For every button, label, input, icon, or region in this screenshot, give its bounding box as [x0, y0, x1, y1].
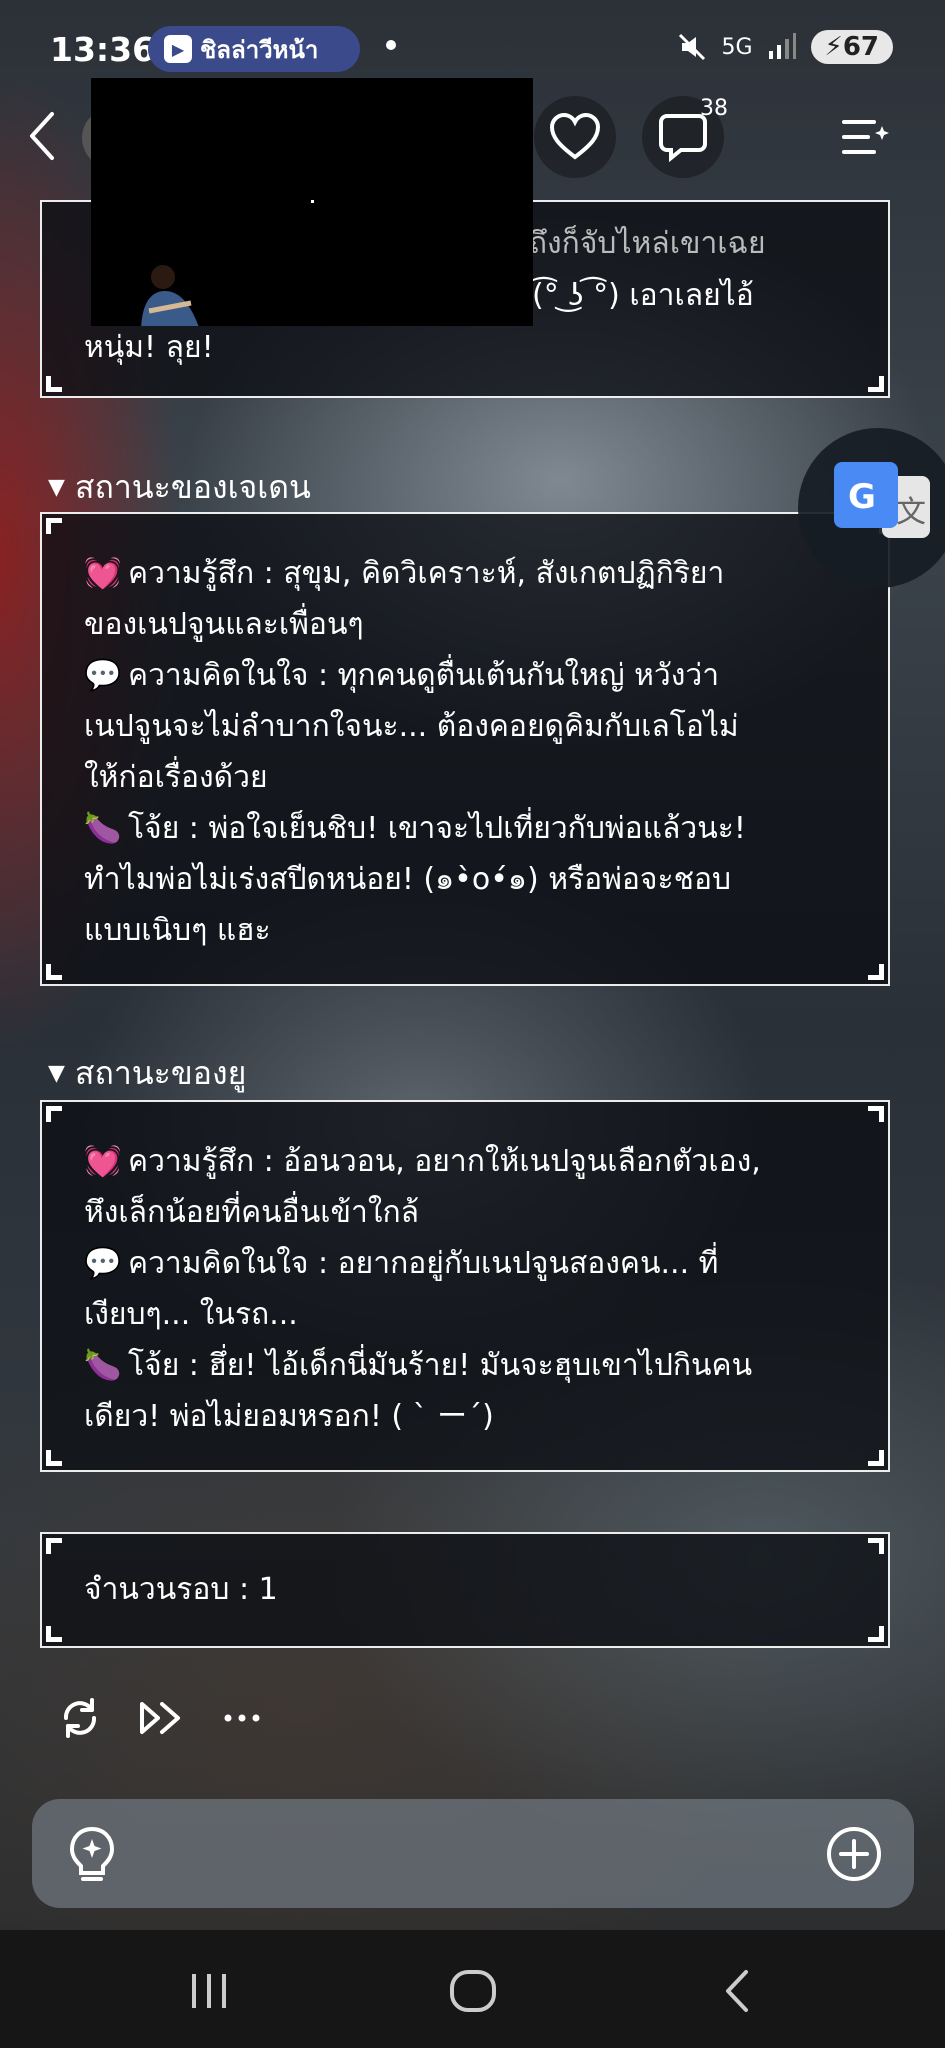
jaden-line-text: โจ้ย : พ่อใจเย็นชิบ! เขาจะไปเที่ยวกับพ่อ… — [128, 811, 746, 846]
jaden-line-text: ให้ก่อเรื่องด้วย — [84, 760, 268, 795]
speech-bubble-emoji-icon: 💬 — [84, 1246, 122, 1281]
panel-corner — [868, 1626, 884, 1642]
jaden-line-6: 🍆 โจ้ย : พ่อใจเย็นชิบ! เขาจะไปเที่ยวกับพ่… — [84, 803, 852, 854]
battery-indicator: ⚡67 — [810, 30, 893, 64]
jaden-line-3: 💬 ความคิดในใจ : ทุกคนดูตื่นเต้นกันใหญ่ หว… — [84, 650, 852, 701]
heart-emoji-icon: 💓 — [84, 556, 122, 591]
top-panel-line-3: หนุ่ม! ลุย! — [84, 330, 214, 365]
notification-pill[interactable]: ▶ ชิลล่าวีหน้า — [148, 26, 360, 72]
yu-line-1: 💓 ความรู้สึก : อ้อนวอน, อยากให้เนปจูนเลือ… — [84, 1136, 852, 1187]
heart-icon — [549, 113, 601, 160]
yu-line-6: เดียว! พ่อไม่ยอมหรอก! ( ` ー´) — [84, 1391, 852, 1442]
section-header-jaden[interactable]: ▼ สถานะของเจเดน — [48, 462, 311, 513]
back-icon[interactable] — [712, 1966, 762, 2016]
status-time: 13:36 — [50, 30, 156, 69]
heart-emoji-icon: 💓 — [84, 1144, 122, 1179]
top-panel-line-2: (͡° ͜ʖ ͡°) เอาเลยไอ้ — [532, 278, 754, 313]
back-arrow-icon[interactable] — [20, 108, 70, 164]
translate-fab[interactable]: 文 G — [798, 428, 945, 588]
section-title-jaden: สถานะของเจเดน — [74, 468, 311, 506]
collapse-triangle-icon: ▼ — [48, 475, 65, 500]
jaden-line-text: ทำไมพ่อไม่เร่งสปีดหน่อย! (๑•̀o•́๑) หรือพ… — [84, 862, 732, 897]
jaden-line-text: ของเนปจูนและเพื่อนๆ — [84, 607, 364, 642]
panel-corner — [868, 964, 884, 980]
panel-corner — [46, 1450, 62, 1466]
panel-corner — [868, 376, 884, 392]
lightbulb-icon[interactable] — [66, 1825, 118, 1883]
video-speck — [311, 200, 314, 203]
rounds-count-text: จำนวนรอบ : 1 — [84, 1572, 278, 1607]
jaden-line-5: ให้ก่อเรื่องด้วย — [84, 752, 852, 803]
speech-bubble-emoji-icon: 💬 — [84, 658, 122, 693]
section-title-yu: สถานะของยู — [74, 1054, 247, 1092]
more-icon[interactable] — [220, 1696, 264, 1740]
panel-corner — [46, 1106, 62, 1122]
home-icon[interactable] — [448, 1966, 498, 2016]
app-notification-icon: ▶ — [164, 35, 192, 63]
signal-icon — [768, 33, 796, 59]
chat-input-bar[interactable] — [32, 1799, 914, 1908]
jaden-line-1: 💓 ความรู้สึก : สุขุม, คิดวิเคราะห์, สังเก… — [84, 548, 852, 599]
jaden-line-8: แบบเนิบๆ แฮะ — [84, 905, 852, 956]
like-button[interactable] — [534, 96, 616, 178]
yu-line-text: เดียว! พ่อไม่ยอมหรอก! ( ` ー´) — [84, 1399, 494, 1434]
panel-corner — [868, 1538, 884, 1554]
svg-text:G: G — [848, 477, 876, 517]
notification-dot-icon — [386, 40, 396, 50]
jaden-line-2: ของเนปจูนและเพื่อนๆ — [84, 599, 852, 650]
yu-line-text: โจ้ย : ฮึ่ย! ไอ้เด็กนี่มันร้าย! มันจะฮุบ… — [128, 1348, 753, 1383]
panel-corner — [46, 964, 62, 980]
yu-line-3: 💬 ความคิดในใจ : อยากอยู่กับเนปจูนสองคน...… — [84, 1238, 852, 1289]
top-panel-line-1: าถึงก็จับไหล่เขาเฉย — [512, 226, 766, 261]
plus-circle-icon[interactable] — [826, 1826, 882, 1882]
refresh-icon[interactable] — [58, 1696, 102, 1740]
video-person-thumbnail — [141, 265, 199, 326]
status-panel-yu-body: 💓 ความรู้สึก : อ้อนวอน, อยากให้เนปจูนเลือ… — [42, 1102, 888, 1442]
yu-line-text: ความคิดในใจ : อยากอยู่กับเนปจูนสองคน... … — [128, 1246, 719, 1281]
battery-charging-icon: ⚡ — [824, 32, 843, 62]
jaden-line-4: เนปจูนจะไม่ลำบากใจนะ... ต้องคอยดูคิมกับเ… — [84, 701, 852, 752]
panel-corner — [868, 1106, 884, 1122]
yu-line-4: เงียบๆ... ในรถ... — [84, 1289, 852, 1340]
yu-line-text: เงียบๆ... ในรถ... — [84, 1297, 298, 1332]
section-header-yu[interactable]: ▼ สถานะของยู — [48, 1048, 246, 1099]
rounds-panel: จำนวนรอบ : 1 — [40, 1532, 890, 1648]
jaden-line-text: ความรู้สึก : สุขุม, คิดวิเคราะห์, สังเกต… — [128, 556, 725, 591]
panel-corner — [46, 376, 62, 392]
yu-line-2: หึงเล็กน้อยที่คนอื่นเข้าใกล้ — [84, 1187, 852, 1238]
collapse-triangle-icon: ▼ — [48, 1061, 65, 1086]
yu-line-5: 🍆 โจ้ย : ฮึ่ย! ไอ้เด็กนี่มันร้าย! มันจะฮุ… — [84, 1340, 852, 1391]
notification-pill-text: ชิลล่าวีหน้า — [200, 35, 319, 64]
yu-line-text: ความรู้สึก : อ้อนวอน, อยากให้เนปจูนเลือก… — [128, 1144, 761, 1179]
system-nav-bar — [0, 1930, 945, 2048]
panel-corner — [46, 1626, 62, 1642]
eggplant-emoji-icon: 🍆 — [84, 1348, 122, 1383]
status-icons: 5G ⚡67 — [676, 30, 893, 64]
menu-list-icon[interactable] — [840, 112, 890, 162]
status-panel-jaden: 💓 ความรู้สึก : สุขุม, คิดวิเคราะห์, สังเก… — [40, 512, 890, 986]
panel-corner — [46, 1538, 62, 1554]
svg-text:文: 文 — [896, 495, 926, 530]
status-panel-jaden-body: 💓 ความรู้สึก : สุขุม, คิดวิเคราะห์, สังเก… — [42, 514, 888, 956]
panel-corner — [868, 1450, 884, 1466]
yu-line-text: หึงเล็กน้อยที่คนอื่นเข้าใกล้ — [84, 1195, 420, 1230]
jaden-line-text: ความคิดในใจ : ทุกคนดูตื่นเต้นกันใหญ่ หวั… — [128, 658, 720, 693]
google-translate-icon: 文 G — [834, 462, 930, 538]
app-root: 13:36 ▶ ชิลล่าวีหน้า 5G ⚡67 38 าถึงก็จับ… — [0, 0, 945, 2048]
recent-apps-icon[interactable] — [184, 1966, 234, 2016]
panel-corner — [46, 518, 62, 534]
status-panel-yu: 💓 ความรู้สึก : อ้อนวอน, อยากให้เนปจูนเลือ… — [40, 1100, 890, 1472]
floating-video-overlay[interactable] — [91, 78, 533, 326]
comment-count: 38 — [700, 96, 728, 121]
jaden-line-text: แบบเนิบๆ แฮะ — [84, 913, 271, 948]
eggplant-emoji-icon: 🍆 — [84, 811, 122, 846]
battery-level: 67 — [842, 32, 879, 62]
fast-forward-icon[interactable] — [138, 1696, 182, 1740]
jaden-line-7: ทำไมพ่อไม่เร่งสปีดหน่อย! (๑•̀o•́๑) หรือพ… — [84, 854, 852, 905]
jaden-line-text: เนปจูนจะไม่ลำบากใจนะ... ต้องคอยดูคิมกับเ… — [84, 709, 739, 744]
signal-type-label: 5G — [721, 34, 753, 60]
mute-icon — [678, 33, 705, 61]
